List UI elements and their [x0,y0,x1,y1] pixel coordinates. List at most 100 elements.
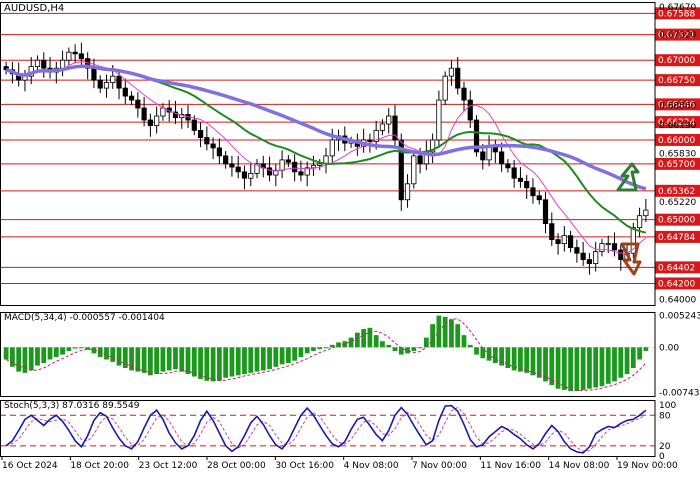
candle-body [461,87,467,101]
macd-bar [380,341,385,348]
candle-body [517,177,524,182]
candle-body [593,251,599,264]
macd-bar [210,347,216,382]
macd-bar [580,347,586,390]
candle-body [586,259,593,264]
time-tick-label: 14 Nov 08:00 [549,461,610,471]
candle-body [160,107,166,117]
price-tick-label: 0.67320 [659,31,696,41]
macd-bar [110,347,116,362]
macd-bar [480,347,486,359]
macd-bar [518,347,523,372]
macd-bar [530,347,536,376]
macd-bar [79,347,84,349]
price-tick-label: 0.67670 [659,3,696,13]
candle-body [386,115,392,125]
price-tick-label: 0.65220 [659,198,696,208]
macd-bar [624,347,630,375]
level-label: 0.67000 [658,56,695,66]
macd-bar [22,347,28,373]
macd-bar [148,347,153,376]
time-tick-label: 18 Oct 20:00 [70,461,129,471]
macd-bar [160,347,166,372]
macd-bar [323,347,329,349]
macd-bar [373,335,379,348]
stoch-tick-label: 100 [659,401,676,411]
candle-body [505,163,511,169]
time-tick-label: 28 Oct 00:00 [207,461,266,471]
candle-body [78,53,84,60]
candle-body [605,243,611,246]
arrow-up-icon [616,162,640,192]
candle-body [549,223,555,241]
candle-body [580,252,586,260]
macd-bar [35,347,40,366]
macd-bar [354,332,360,348]
macd-bar [191,347,197,377]
candle-body [310,165,317,169]
macd-bar [593,347,599,388]
candle-body [154,115,160,126]
candle-body [72,51,78,55]
candle-body [216,147,222,157]
candle-body [210,143,216,149]
candle-body [499,151,505,165]
audusd-chart: 0.675880.673210.670000.667500.664460.662… [0,2,700,471]
candle-body [455,67,461,89]
macd-bar [166,347,172,371]
macd-bar [260,347,266,371]
macd-bar [430,324,436,348]
time-tick-label: 30 Oct 16:00 [275,461,334,471]
candle-body [611,243,618,251]
macd-bar [10,347,15,367]
macd-bar [361,329,367,348]
candle-body [197,129,204,138]
candle-body [298,171,304,176]
candle-body [317,163,323,166]
macd-bar [242,347,247,375]
candle-body [530,187,536,197]
candle-body [97,79,103,89]
macd-bar [367,327,373,348]
candle-body [135,99,141,109]
candle-body [555,239,561,245]
macd-bar [329,344,335,348]
candle-body [22,75,28,81]
macd-bar [229,347,235,377]
candle-body [41,59,47,69]
macd-bar [574,347,580,392]
macd-bar [254,347,260,372]
candle-body [248,173,254,179]
candle-body [448,67,455,77]
candle-body [411,155,417,185]
macd-bar [474,347,479,355]
candle-body [536,195,542,201]
candle-body [618,249,624,260]
macd-bar [285,347,291,364]
macd-bar [198,347,203,379]
candle-body [141,107,147,121]
price-tick-label: 0.68860 [659,102,696,112]
candle-body [229,163,235,168]
candlestick-series [3,42,649,275]
candle-body [480,151,486,161]
macd-bar [204,347,210,381]
macd-bar [411,347,417,351]
macd-bar [60,347,65,355]
level-label: 0.65000 [658,216,695,226]
macd-bar [173,347,178,370]
macd-bar [72,347,78,349]
candle-body [122,87,128,97]
macd-bar [28,347,34,371]
macd-bar [16,347,22,372]
macd-bar [386,344,392,348]
candle-body [442,75,448,101]
candle-body [524,181,530,189]
candle-body [110,75,116,83]
macd-bar [561,347,567,390]
macd-bar [116,347,122,366]
candle-body [34,59,41,67]
level-label: 0.66000 [658,136,695,146]
candle-body [204,137,210,145]
stoch-title: Stoch(5,3,3) 87.0316 89.5549 [4,401,140,411]
